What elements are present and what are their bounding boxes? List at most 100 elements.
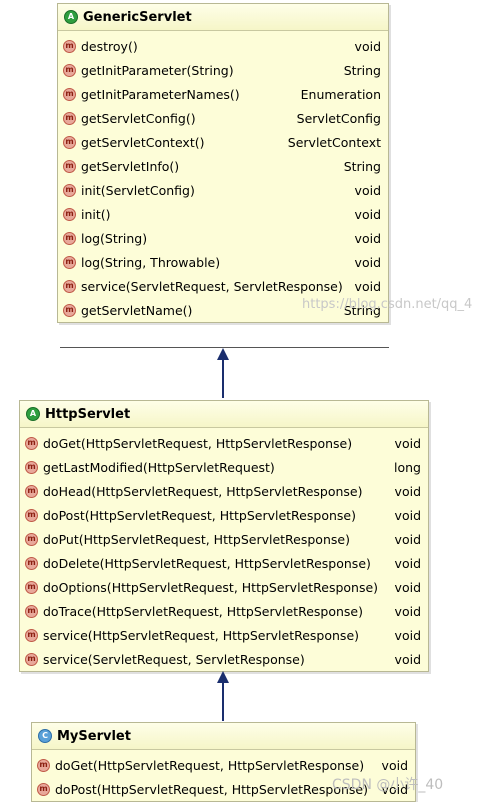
method-row[interactable]: m doPut(HttpServletRequest, HttpServletRe… — [20, 527, 428, 551]
method-icon: m — [37, 758, 50, 772]
class-icon: C — [38, 729, 52, 743]
method-row[interactable]: m doGet(HttpServletRequest, HttpServletRe… — [20, 431, 428, 455]
method-icon: m — [63, 231, 76, 245]
method-icon: m — [25, 628, 38, 642]
method-name: getServletContext() — [81, 134, 205, 150]
method-return-type: void — [354, 38, 381, 54]
method-row[interactable]: m init() void — [58, 202, 388, 226]
method-row[interactable]: m service(HttpServletRequest, HttpServlet… — [20, 623, 428, 647]
method-row[interactable]: m doDelete(HttpServletRequest, HttpServle… — [20, 551, 428, 575]
method-row[interactable]: m destroy() void — [58, 34, 388, 58]
method-icon: m — [25, 532, 38, 546]
method-icon: m — [25, 556, 38, 570]
method-name: doPut(HttpServletRequest, HttpServletRes… — [43, 531, 350, 547]
method-name: doPost(HttpServletRequest, HttpServletRe… — [43, 507, 356, 523]
method-icon: m — [63, 183, 76, 197]
method-name: doPost(HttpServletRequest, HttpServletRe… — [55, 781, 368, 797]
csdn-watermark: CSDN @小许_40 — [332, 777, 444, 793]
method-name: doHead(HttpServletRequest, HttpServletRe… — [43, 483, 363, 499]
method-row[interactable]: m getServletConfig() ServletConfig — [58, 106, 388, 130]
method-name: doGet(HttpServletRequest, HttpServletRes… — [43, 435, 353, 451]
method-icon: m — [25, 652, 38, 666]
method-icon: m — [63, 39, 76, 53]
method-icon: m — [25, 436, 38, 450]
abstract-class-icon: A — [26, 407, 40, 421]
url-watermark: https://blog.csdn.net/qq_4 — [302, 297, 473, 312]
method-name: getServletInfo() — [81, 158, 180, 174]
method-name: log(String, Throwable) — [81, 254, 221, 270]
method-row[interactable]: m getInitParameter(String) String — [58, 58, 388, 82]
method-name: service(HttpServletRequest, HttpServletR… — [43, 627, 360, 643]
method-name: getServletConfig() — [81, 110, 196, 126]
method-row[interactable]: m doTrace(HttpServletRequest, HttpServlet… — [20, 599, 428, 623]
method-icon: m — [25, 508, 38, 522]
inheritance-line — [222, 360, 224, 398]
method-return-type: void — [354, 254, 381, 270]
method-list: m doGet(HttpServletRequest, HttpServletRe… — [20, 428, 428, 671]
method-row[interactable]: m getInitParameterNames() Enumeration — [58, 82, 388, 106]
method-icon: m — [63, 207, 76, 221]
method-return-type: void — [354, 182, 381, 198]
method-name: doDelete(HttpServletRequest, HttpServlet… — [43, 555, 371, 571]
method-row[interactable]: m doHead(HttpServletRequest, HttpServletR… — [20, 479, 428, 503]
generic-servlet-class[interactable]: A GenericServlet m destroy() void m getInitP… — [57, 3, 389, 323]
method-icon: m — [25, 580, 38, 594]
class-name: GenericServlet — [83, 9, 192, 25]
method-return-type: void — [394, 483, 421, 499]
method-name: destroy() — [81, 38, 138, 54]
method-icon: m — [63, 135, 76, 149]
method-return-type: ServletContext — [287, 134, 381, 150]
method-return-type: String — [343, 158, 381, 174]
method-row[interactable]: m doPost(HttpServletRequest, HttpServletR… — [20, 503, 428, 527]
method-name: log(String) — [81, 230, 148, 246]
method-return-type: long — [394, 459, 421, 475]
method-icon: m — [63, 87, 76, 101]
class-name: MyServlet — [57, 728, 131, 744]
method-row[interactable]: m service(ServletRequest, ServletResponse… — [20, 647, 428, 671]
method-name: getInitParameter(String) — [81, 62, 234, 78]
inheritance-arrowhead — [217, 348, 229, 360]
method-row[interactable]: m getLastModified(HttpServletRequest) long — [20, 455, 428, 479]
method-return-type: String — [343, 62, 381, 78]
method-return-type: void — [354, 230, 381, 246]
my-servlet-header: C MyServlet — [32, 723, 415, 750]
method-icon: m — [37, 782, 50, 796]
method-return-type: void — [394, 627, 421, 643]
method-name: doTrace(HttpServletRequest, HttpServletR… — [43, 603, 363, 619]
method-return-type: void — [394, 603, 421, 619]
method-icon: m — [63, 159, 76, 173]
method-return-type: void — [394, 555, 421, 571]
method-icon: m — [63, 255, 76, 269]
method-icon: m — [25, 460, 38, 474]
method-icon: m — [63, 279, 76, 293]
method-row[interactable]: m init(ServletConfig) void — [58, 178, 388, 202]
method-name: getServletName() — [81, 302, 193, 318]
method-row[interactable]: m log(String) void — [58, 226, 388, 250]
method-row[interactable]: m log(String, Throwable) void — [58, 250, 388, 274]
http-servlet-header: A HttpServlet — [20, 401, 428, 428]
method-row[interactable]: m getServletContext() ServletContext — [58, 130, 388, 154]
method-name: service(ServletRequest, ServletResponse) — [81, 278, 343, 294]
method-return-type: void — [394, 531, 421, 547]
method-name: getInitParameterNames() — [81, 86, 240, 102]
method-name: service(ServletRequest, ServletResponse) — [43, 651, 305, 667]
method-return-type: void — [381, 757, 408, 773]
method-name: doGet(HttpServletRequest, HttpServletRes… — [55, 757, 365, 773]
method-name: doOptions(HttpServletRequest, HttpServle… — [43, 579, 379, 595]
method-return-type: void — [354, 206, 381, 222]
method-name: getLastModified(HttpServletRequest) — [43, 459, 275, 475]
method-name: init(ServletConfig) — [81, 182, 195, 198]
method-icon: m — [63, 111, 76, 125]
method-row[interactable]: m service(ServletRequest, ServletResponse… — [58, 274, 388, 298]
method-return-type: void — [394, 651, 421, 667]
method-icon: m — [25, 484, 38, 498]
method-return-type: void — [394, 507, 421, 523]
method-row[interactable]: m doOptions(HttpServletRequest, HttpServl… — [20, 575, 428, 599]
method-return-type: Enumeration — [300, 86, 381, 102]
method-return-type: void — [394, 435, 421, 451]
method-row[interactable]: m getServletInfo() String — [58, 154, 388, 178]
http-servlet-class[interactable]: A HttpServlet m doGet(HttpServletRequest,… — [19, 400, 429, 672]
class-name: HttpServlet — [45, 406, 131, 422]
generic-servlet-header: A GenericServlet — [58, 4, 388, 31]
abstract-class-icon: A — [64, 10, 78, 24]
